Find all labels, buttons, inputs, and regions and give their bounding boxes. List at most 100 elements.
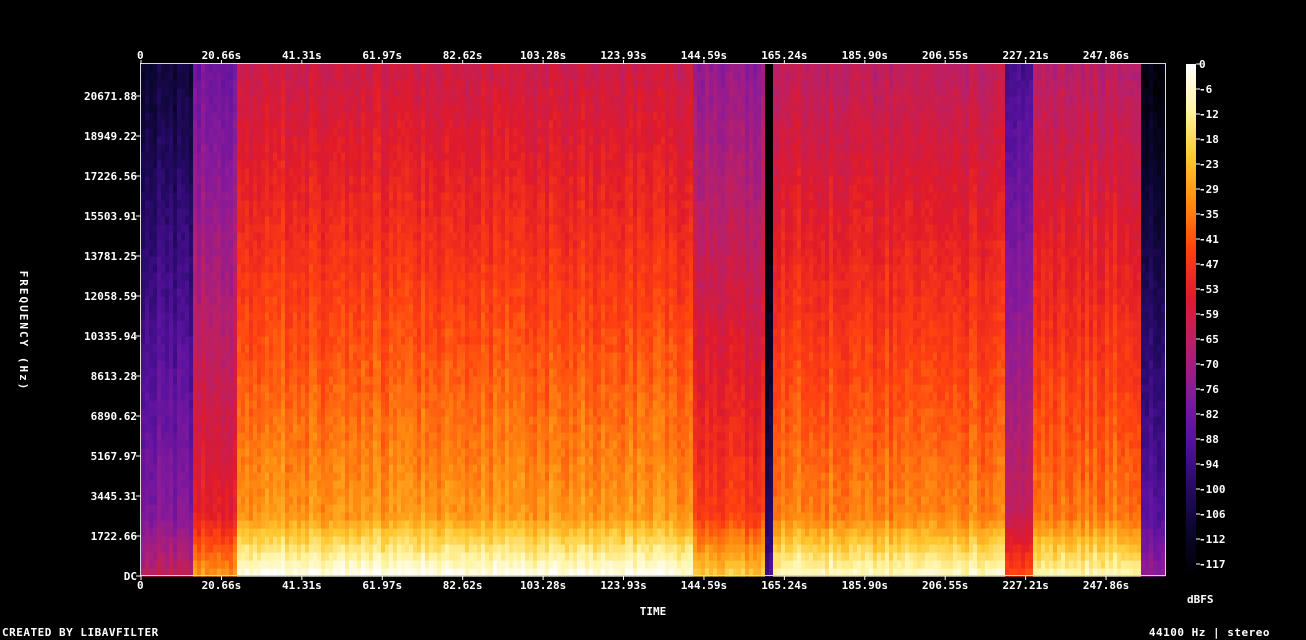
spectrogram-cell: [265, 376, 270, 385]
spectrogram-cell: [449, 304, 454, 313]
spectrogram-cell: [405, 288, 410, 297]
spectrogram-cell: [169, 432, 174, 441]
spectrogram-cell: [445, 544, 450, 553]
spectrogram-cell: [337, 232, 342, 241]
spectrogram-cell: [305, 496, 310, 505]
spectrogram-cell: [253, 160, 258, 169]
spectrogram-cell: [441, 112, 446, 121]
spectrogram-cell: [413, 96, 418, 105]
spectrogram-cell: [261, 432, 266, 441]
spectrogram-cell: [233, 96, 238, 105]
spectrogram-cell: [349, 352, 354, 361]
spectrogram-cell: [397, 320, 402, 329]
spectrogram-cell: [161, 368, 166, 377]
spectrogram-cell: [429, 184, 434, 193]
spectrogram-cell: [421, 120, 426, 129]
spectrogram-cell: [293, 296, 298, 305]
spectrogram-cell: [237, 368, 242, 377]
spectrogram-cell: [445, 168, 450, 177]
spectrogram-cell: [213, 376, 218, 385]
spectrogram-cell: [229, 520, 234, 529]
spectrogram-cell: [313, 80, 318, 89]
spectrogram-cell: [297, 96, 302, 105]
spectrogram-cell: [417, 312, 422, 321]
spectrogram-cell: [161, 344, 166, 353]
spectrogram-cell: [253, 464, 258, 473]
spectrogram-cell: [265, 408, 270, 417]
spectrogram-cell: [429, 224, 434, 233]
spectrogram-cell: [401, 472, 406, 481]
spectrogram-cell: [169, 352, 174, 361]
spectrogram-cell: [149, 160, 154, 169]
spectrogram-cell: [281, 424, 286, 433]
spectrogram-cell: [281, 480, 286, 489]
spectrogram-cell: [225, 384, 230, 393]
spectrogram-cell: [321, 416, 326, 425]
spectrogram-cell: [153, 368, 158, 377]
spectrogram-cell: [173, 376, 178, 385]
spectrogram-cell: [309, 400, 314, 409]
spectrogram-cell: [265, 432, 270, 441]
spectrogram-cell: [309, 512, 314, 521]
spectrogram-cell: [145, 248, 150, 257]
spectrogram-cell: [449, 560, 454, 569]
spectrogram-cell: [353, 312, 358, 321]
spectrogram-cell: [277, 520, 282, 529]
spectrogram-cell: [201, 528, 206, 537]
spectrogram-cell: [333, 232, 338, 241]
spectrogram-cell: [325, 184, 330, 193]
spectrogram-cell: [405, 512, 410, 521]
spectrogram-cell: [365, 336, 370, 345]
spectrogram-cell: [249, 520, 254, 529]
spectrogram-cell: [285, 120, 290, 129]
spectrogram-cell: [297, 480, 302, 489]
spectrogram-cell: [173, 504, 178, 513]
spectrogram-cell: [325, 88, 330, 97]
spectrogram-cell: [437, 280, 442, 289]
spectrogram-cell: [205, 400, 210, 409]
spectrogram-cell: [341, 520, 346, 529]
spectrogram-cell: [425, 336, 430, 345]
spectrogram-cell: [245, 224, 250, 233]
spectrogram-cell: [293, 200, 298, 209]
spectrogram-cell: [361, 256, 366, 265]
spectrogram-cell: [269, 448, 274, 457]
spectrogram-cell: [201, 504, 206, 513]
spectrogram-cell: [441, 384, 446, 393]
spectrogram-cell: [353, 416, 358, 425]
spectrogram-cell: [193, 376, 198, 385]
spectrogram-cell: [229, 248, 234, 257]
spectrogram-cell: [449, 328, 454, 337]
spectrogram-cell: [153, 232, 158, 241]
spectrogram-cell: [437, 240, 442, 249]
spectrogram-cell: [333, 128, 338, 137]
spectrogram-cell: [357, 248, 362, 257]
spectrogram-cell: [441, 464, 446, 473]
spectrogram-cell: [165, 112, 170, 121]
spectrogram-cell: [221, 552, 226, 561]
spectrogram-cell: [205, 96, 210, 105]
spectrogram-cell: [341, 400, 346, 409]
spectrogram-cell: [161, 280, 166, 289]
spectrogram-cell: [401, 496, 406, 505]
spectrogram-cell: [245, 336, 250, 345]
spectrogram-cell: [381, 184, 386, 193]
spectrogram-cell: [209, 552, 214, 561]
spectrogram-cell: [265, 136, 270, 145]
spectrogram-cell: [273, 88, 278, 97]
spectrogram-cell: [141, 528, 146, 537]
spectrogram-cell: [281, 160, 286, 169]
spectrogram-cell: [229, 360, 234, 369]
spectrogram-cell: [381, 272, 386, 281]
spectrogram-cell: [349, 160, 354, 169]
spectrogram-cell: [309, 176, 314, 185]
spectrogram-cell: [233, 144, 238, 153]
spectrogram-cell: [385, 408, 390, 417]
spectrogram-cell: [421, 208, 426, 217]
spectrogram-cell: [433, 256, 438, 265]
spectrogram-cell: [397, 456, 402, 465]
spectrogram-cell: [377, 408, 382, 417]
spectrogram-cell: [349, 504, 354, 513]
spectrogram-cell: [221, 512, 226, 521]
spectrogram-cell: [353, 88, 358, 97]
